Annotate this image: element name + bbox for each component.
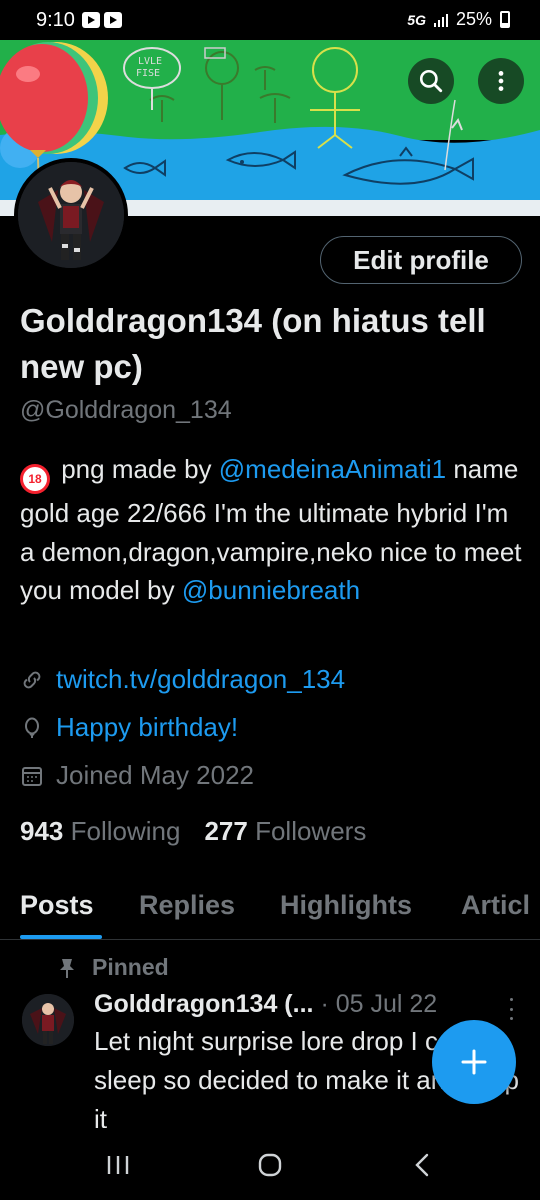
birthday-text: Happy birthday! bbox=[56, 712, 239, 742]
back-button[interactable] bbox=[402, 1150, 442, 1180]
display-name: Golddragon134 (on hiatus tell new pc) bbox=[20, 302, 486, 385]
post-header: Golddragon134 (... · 05 Jul 22 bbox=[94, 990, 437, 1019]
tab-articles[interactable]: Articl bbox=[461, 890, 530, 921]
notification-icon bbox=[104, 12, 122, 28]
profile-tabs: Posts Replies Highlights Articl bbox=[0, 880, 540, 940]
edit-profile-button[interactable]: Edit profile bbox=[320, 236, 522, 284]
compose-button[interactable] bbox=[432, 1020, 516, 1104]
network-label: 5G bbox=[407, 11, 426, 28]
joined-row: Joined May 2022 bbox=[20, 760, 254, 791]
search-icon bbox=[419, 69, 443, 93]
birthday-row: Happy birthday! bbox=[20, 712, 238, 743]
bio-text: png made by bbox=[54, 454, 219, 484]
following-count: 943 bbox=[20, 816, 64, 846]
no-under-18-icon: 18 bbox=[20, 464, 50, 494]
profile-url[interactable]: twitch.tv/golddragon_134 bbox=[56, 664, 345, 695]
more-options-button[interactable] bbox=[478, 58, 524, 104]
status-right: 5G 25% bbox=[407, 9, 510, 30]
system-nav-bar bbox=[0, 1128, 540, 1200]
user-handle: @Golddragon_134 bbox=[20, 396, 232, 424]
dot bbox=[509, 1007, 513, 1011]
tab-highlights[interactable]: Highlights bbox=[280, 890, 412, 921]
signal-icon bbox=[433, 13, 448, 27]
battery-icon bbox=[500, 11, 510, 28]
search-button[interactable] bbox=[408, 58, 454, 104]
recents-icon bbox=[107, 1156, 129, 1174]
followers-stat[interactable]: 277 Followers bbox=[204, 816, 366, 847]
profile-avatar[interactable] bbox=[14, 158, 128, 272]
status-time: 9:10 bbox=[36, 9, 75, 31]
pin-icon bbox=[60, 958, 74, 978]
battery-label: 25% bbox=[455, 9, 492, 29]
joined-date: Joined May 2022 bbox=[56, 760, 255, 790]
status-bar: 9:10 5G 25% bbox=[0, 0, 540, 40]
balloon-icon bbox=[20, 716, 44, 740]
notification-icon bbox=[82, 12, 100, 28]
mention-link[interactable]: @bunniebreath bbox=[182, 575, 360, 605]
active-tab-indicator bbox=[20, 935, 102, 939]
calendar-icon bbox=[20, 764, 44, 788]
svg-text:LVLE: LVLE bbox=[138, 56, 162, 67]
following-stat[interactable]: 943 Following bbox=[20, 816, 180, 847]
tab-posts[interactable]: Posts bbox=[20, 890, 94, 921]
recents-button[interactable] bbox=[98, 1150, 138, 1180]
post-more-button[interactable] bbox=[508, 998, 514, 1020]
post-date: · 05 Jul 22 bbox=[320, 990, 438, 1018]
tab-replies[interactable]: Replies bbox=[139, 890, 235, 921]
following-label: Following bbox=[70, 816, 181, 846]
mention-link[interactable]: @medeinaAnimati1 bbox=[219, 454, 446, 484]
profile-bio: 18 png made by @medeinaAnimati1 name gol… bbox=[20, 450, 526, 610]
svg-text:FISE: FISE bbox=[136, 68, 160, 79]
followers-count: 277 bbox=[204, 816, 248, 846]
home-button[interactable] bbox=[250, 1150, 290, 1180]
dot bbox=[509, 998, 513, 1001]
more-icon bbox=[498, 71, 504, 91]
back-icon bbox=[415, 1153, 429, 1177]
post-avatar-image bbox=[22, 994, 74, 1046]
plus-icon bbox=[461, 1049, 487, 1075]
dot bbox=[509, 1017, 513, 1020]
post-author[interactable]: Golddragon134 (... bbox=[94, 990, 313, 1018]
follow-stats: 943 Following 277 Followers bbox=[20, 816, 366, 847]
pinned-indicator: Pinned bbox=[58, 954, 169, 981]
followers-label: Followers bbox=[255, 816, 367, 846]
profile-url-row[interactable]: twitch.tv/golddragon_134 bbox=[20, 664, 345, 695]
pinned-label: Pinned bbox=[92, 954, 169, 980]
post-avatar[interactable] bbox=[22, 994, 74, 1046]
home-icon bbox=[258, 1153, 282, 1177]
link-icon bbox=[20, 668, 44, 692]
avatar-image bbox=[18, 162, 124, 268]
